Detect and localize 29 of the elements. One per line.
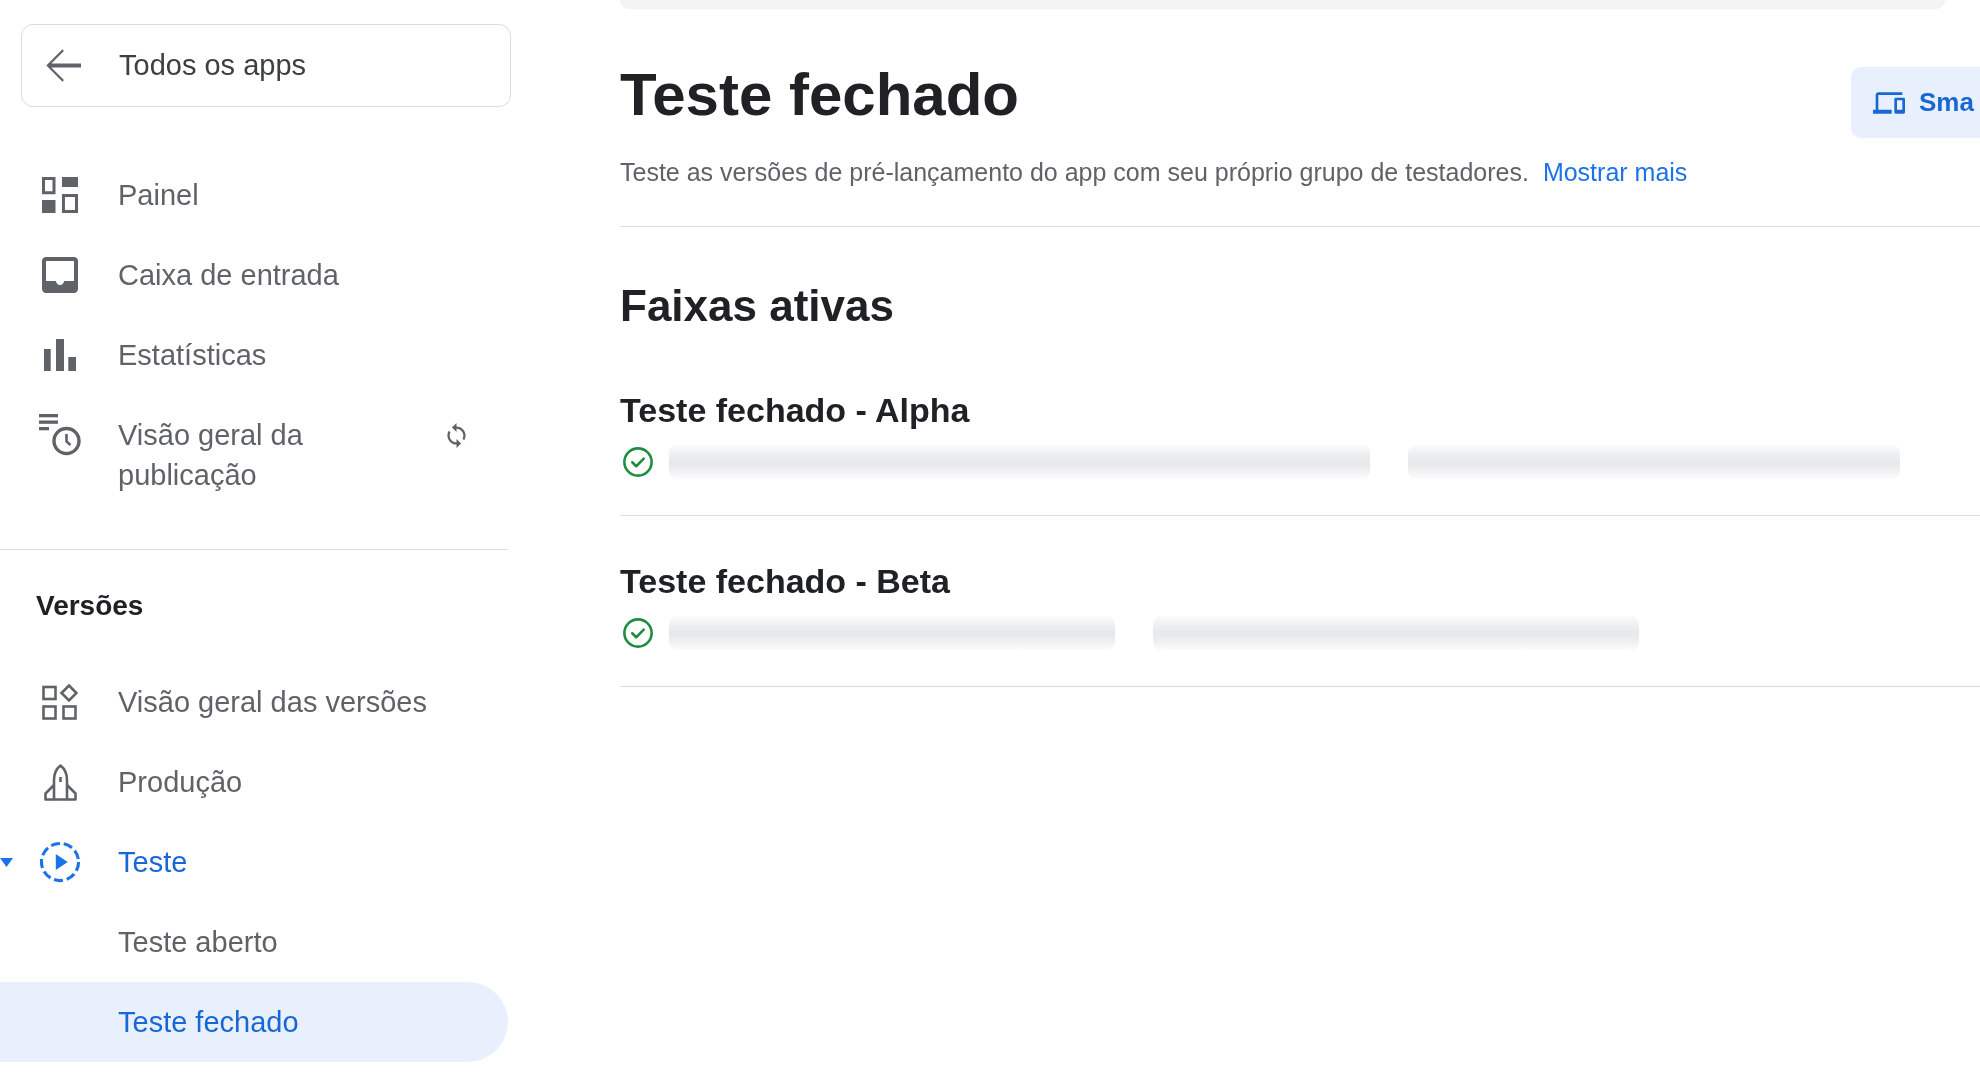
shapes-grid-icon [42, 684, 78, 720]
track-title: Teste fechado - Alpha [620, 390, 971, 431]
nav-item[interactable]: Teste fechado [0, 982, 508, 1062]
track-title: Teste fechado - Beta [620, 561, 951, 602]
device-button[interactable]: Sma [1851, 67, 1980, 138]
dashboard-icon [42, 177, 78, 213]
page-title: Teste fechado [620, 60, 1019, 130]
section-heading: Faixas ativas [620, 280, 895, 332]
list-clock-icon [39, 414, 81, 456]
bar-chart-icon [44, 339, 76, 371]
sync-icon [445, 422, 468, 448]
section-title: Versões [35, 589, 145, 623]
rocket-icon [43, 763, 77, 801]
nav-item[interactable]: Visão geral da publicação [0, 395, 508, 515]
nav-item[interactable]: Teste aberto [0, 902, 508, 982]
nav-item[interactable]: Caixa de entrada [0, 235, 508, 315]
show-more-link[interactable]: Mostrar mais [1542, 158, 1688, 186]
page-description: Teste as versões de pré-lançamento do app com seu próprio grupo de testadores. Mostrar mais [620, 157, 1689, 188]
nav-item[interactable]: Estatísticas [0, 315, 508, 395]
play-circle-icon [39, 841, 81, 883]
nav-item[interactable]: Produção [0, 742, 508, 822]
caret-icon[interactable] [0, 857, 13, 867]
back-arrow-icon [44, 47, 81, 84]
nav-item[interactable]: Teste [0, 822, 508, 902]
nav-item[interactable]: Visão geral das versões [0, 662, 508, 742]
back-button[interactable]: Todos os apps [21, 24, 511, 107]
nav-item[interactable]: Painel [0, 155, 508, 235]
inbox-icon [42, 257, 78, 293]
devices-icon [1873, 91, 1905, 114]
